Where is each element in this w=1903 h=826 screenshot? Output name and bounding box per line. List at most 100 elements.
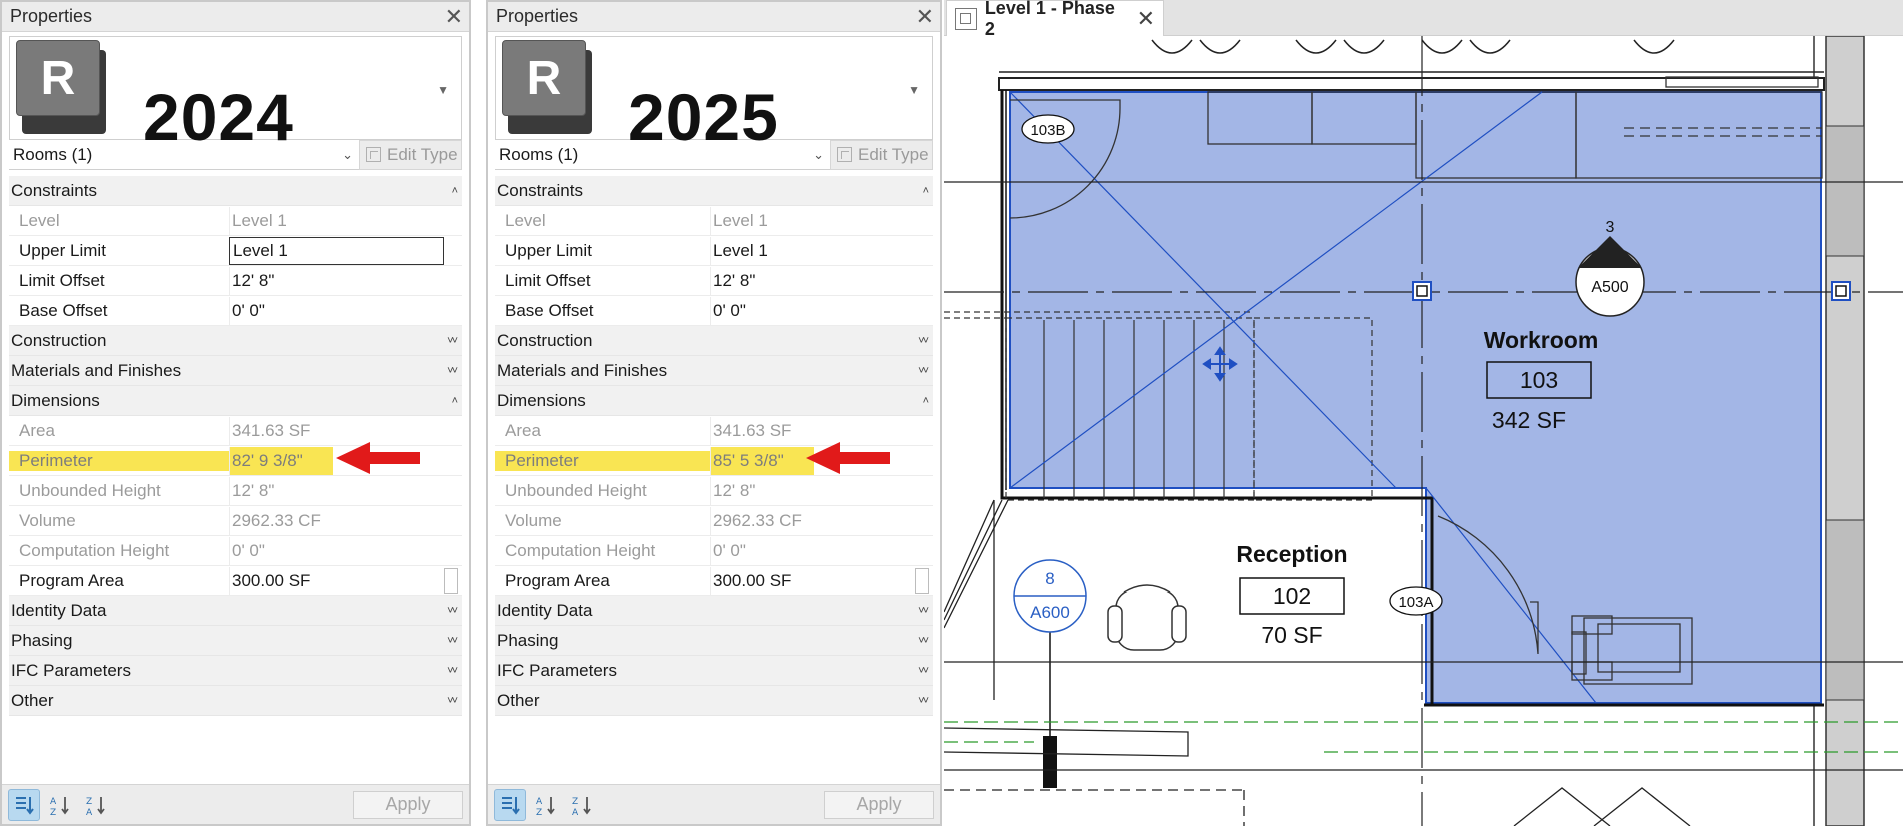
close-icon[interactable]: ✕ xyxy=(1137,6,1155,32)
expand-icon: ˅˅ xyxy=(447,664,458,677)
floor-plan-canvas[interactable]: 3 A500 Workroom 103 342 SF Reception 102… xyxy=(944,36,1903,826)
sort-ascending-icon[interactable]: AZ xyxy=(44,789,76,821)
group-phasing[interactable]: Phasing ˅˅ xyxy=(9,626,462,656)
expand-icon: ˅˅ xyxy=(447,364,458,377)
group-materials[interactable]: Materials and Finishes ˅˅ xyxy=(9,356,462,386)
section-tag-number: 8 xyxy=(1045,569,1054,588)
version-label: 2024 xyxy=(143,80,294,154)
prop-program-area[interactable]: Program Area 300.00 SF xyxy=(9,566,462,596)
svg-text:Z: Z xyxy=(50,808,56,816)
scrollbar-thumb[interactable] xyxy=(444,568,458,594)
expand-icon: ˅˅ xyxy=(918,364,929,377)
edit-type-button[interactable]: Edit Type xyxy=(830,139,933,170)
group-dimensions[interactable]: Dimensions ˄ xyxy=(495,386,933,416)
upper-limit-input[interactable]: Level 1 xyxy=(229,236,444,265)
element-filter-label: Rooms (1) xyxy=(13,144,93,164)
sort-categorized-icon[interactable] xyxy=(8,788,40,821)
prop-level[interactable]: Level Level 1 xyxy=(495,206,933,236)
sort-categorized-icon[interactable] xyxy=(494,788,526,821)
edit-type-button[interactable]: Edit Type xyxy=(359,139,462,170)
view-tabstrip: Level 1 - Phase 2 ✕ xyxy=(944,0,1903,39)
prop-upper-limit[interactable]: Upper Limit Level 1 xyxy=(495,236,933,266)
properties-grid: Constraints ˄ Level Level 1 Upper Limit Lev… xyxy=(495,176,933,716)
svg-text:103A: 103A xyxy=(1398,594,1433,611)
section-tag-sheet: A600 xyxy=(1030,603,1070,622)
prop-unbounded-height[interactable]: Unbounded Height 12' 8" xyxy=(495,476,933,506)
svg-text:103B: 103B xyxy=(1030,122,1065,139)
prop-level[interactable]: Level Level 1 xyxy=(9,206,462,236)
expand-icon: ˅˅ xyxy=(918,634,929,647)
revit-logo-icon: R xyxy=(502,40,594,136)
expand-icon: ˅˅ xyxy=(447,604,458,617)
view-plan-icon xyxy=(955,7,977,30)
prop-unbounded-height[interactable]: Unbounded Height 12' 8" xyxy=(9,476,462,506)
edit-type-icon xyxy=(837,147,852,162)
drawing-view[interactable]: Level 1 - Phase 2 ✕ 3 A500 Workroom 103 … xyxy=(944,0,1903,826)
sort-descending-icon[interactable]: ZA xyxy=(566,789,598,821)
chevron-down-icon[interactable]: ▼ xyxy=(908,83,920,97)
close-icon[interactable]: ✕ xyxy=(916,5,934,28)
expand-icon: ˅˅ xyxy=(447,334,458,347)
prop-limit-offset[interactable]: Limit Offset 12' 8" xyxy=(9,266,462,296)
room-number-workroom: 103 xyxy=(1520,367,1558,393)
group-construction[interactable]: Construction ˅˅ xyxy=(495,326,933,356)
edit-type-label: Edit Type xyxy=(387,144,458,164)
room-number-reception: 102 xyxy=(1273,583,1311,609)
prop-computation-height[interactable]: Computation Height 0' 0" xyxy=(495,536,933,566)
chevron-down-icon[interactable]: ▼ xyxy=(437,83,449,97)
group-constraints[interactable]: Constraints ˄ xyxy=(495,176,933,206)
group-constraints[interactable]: Constraints ˄ xyxy=(9,176,462,206)
door-tag-103b[interactable]: 103B xyxy=(1021,114,1075,144)
edit-type-icon xyxy=(366,147,381,162)
expand-icon: ˅˅ xyxy=(447,694,458,707)
apply-button[interactable]: Apply xyxy=(353,790,463,819)
properties-panel-2024: Properties ✕ R 2024 ▼ Rooms (1) ⌄ Edit T… xyxy=(0,0,471,826)
room-name-reception: Reception xyxy=(1236,541,1347,567)
prop-base-offset[interactable]: Base Offset 0' 0" xyxy=(495,296,933,326)
elevation-tag-sheet: A500 xyxy=(1591,279,1628,296)
svg-text:A: A xyxy=(572,808,579,816)
prop-base-offset[interactable]: Base Offset 0' 0" xyxy=(9,296,462,326)
collapse-icon: ˄ xyxy=(451,394,459,407)
collapse-icon: ˄ xyxy=(922,184,930,197)
prop-computation-height[interactable]: Computation Height 0' 0" xyxy=(9,536,462,566)
room-tag-reception[interactable]: Reception 102 70 SF xyxy=(1236,541,1347,648)
close-icon[interactable]: ✕ xyxy=(445,5,463,28)
prop-upper-limit[interactable]: Upper Limit Level 1 xyxy=(9,236,462,266)
apply-button[interactable]: Apply xyxy=(824,790,934,819)
svg-text:A: A xyxy=(536,797,543,807)
svg-text:Z: Z xyxy=(86,797,92,807)
view-tab-level-1-phase-2[interactable]: Level 1 - Phase 2 ✕ xyxy=(946,0,1164,39)
group-ifc[interactable]: IFC Parameters ˅˅ xyxy=(9,656,462,686)
group-dimensions[interactable]: Dimensions ˄ xyxy=(9,386,462,416)
group-construction[interactable]: Construction ˅˅ xyxy=(9,326,462,356)
chevron-down-icon: ⌄ xyxy=(813,146,824,162)
door-tag-103a[interactable]: 103A xyxy=(1389,586,1443,616)
properties-titlebar[interactable]: Properties ✕ xyxy=(2,2,469,32)
prop-volume[interactable]: Volume 2962.33 CF xyxy=(495,506,933,536)
group-phasing[interactable]: Phasing ˅˅ xyxy=(495,626,933,656)
group-identity[interactable]: Identity Data ˅˅ xyxy=(495,596,933,626)
properties-grid: Constraints ˄ Level Level 1 Upper Limit Lev… xyxy=(9,176,462,716)
panel-title: Properties xyxy=(496,6,579,26)
prop-volume[interactable]: Volume 2962.33 CF xyxy=(9,506,462,536)
type-selector[interactable]: R 2025 ▼ xyxy=(495,36,933,154)
group-ifc[interactable]: IFC Parameters ˅˅ xyxy=(495,656,933,686)
group-materials[interactable]: Materials and Finishes ˅˅ xyxy=(495,356,933,386)
scrollbar-thumb[interactable] xyxy=(915,568,929,594)
sort-descending-icon[interactable]: ZA xyxy=(80,789,112,821)
group-other[interactable]: Other ˅˅ xyxy=(495,686,933,716)
room-area-reception: 70 SF xyxy=(1261,622,1322,648)
reception-chair xyxy=(1107,584,1187,651)
sort-ascending-icon[interactable]: AZ xyxy=(530,789,562,821)
svg-text:A: A xyxy=(50,797,57,807)
expand-icon: ˅˅ xyxy=(918,604,929,617)
group-other[interactable]: Other ˅˅ xyxy=(9,686,462,716)
properties-footer: AZ ZA Apply xyxy=(2,784,469,824)
svg-text:A: A xyxy=(86,808,93,816)
group-identity[interactable]: Identity Data ˅˅ xyxy=(9,596,462,626)
properties-titlebar[interactable]: Properties ✕ xyxy=(488,2,940,32)
type-selector[interactable]: R 2024 ▼ xyxy=(9,36,462,154)
prop-program-area[interactable]: Program Area 300.00 SF xyxy=(495,566,933,596)
prop-limit-offset[interactable]: Limit Offset 12' 8" xyxy=(495,266,933,296)
